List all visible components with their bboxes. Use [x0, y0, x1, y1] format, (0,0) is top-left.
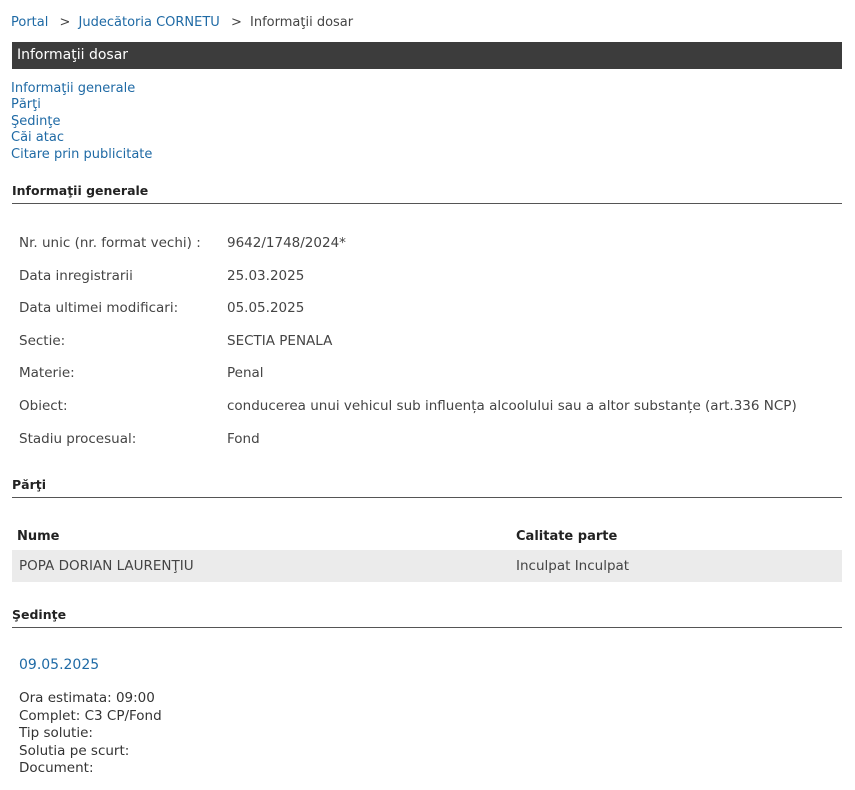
section-heading-parti: Părţi — [12, 477, 842, 498]
nav-link-informatii-generale[interactable]: Informaţii generale — [11, 81, 152, 97]
info-value: 9642/1748/2024* — [227, 235, 346, 251]
info-label: Stadiu procesual: — [19, 430, 137, 447]
section-heading-informatii-generale: Informaţii generale — [12, 183, 842, 204]
nav-link-parti[interactable]: Părţi — [11, 97, 152, 113]
breadcrumb-separator: > — [230, 15, 242, 30]
nav-link-cai-atac[interactable]: Căi atac — [11, 130, 152, 146]
column-header-calitate: Calitate parte — [516, 528, 618, 544]
section-heading-sedinte: Şedinţe — [12, 607, 842, 628]
section-nav: Informaţii generale Părţi Şedinţe Căi at… — [11, 81, 152, 163]
table-header-row: Nume Calitate parte — [12, 522, 842, 550]
nav-link-citare-publicitate[interactable]: Citare prin publicitate — [11, 147, 152, 163]
info-label: Sectie: — [19, 332, 66, 349]
parties-table: Nume Calitate parte POPA DORIAN LAURENŢI… — [12, 522, 842, 582]
page-title-bar: Informaţii dosar — [12, 42, 842, 69]
breadcrumb-separator: > — [59, 15, 71, 30]
info-label: Data ultimei modificari: — [19, 300, 179, 317]
party-role: Inculpat Inculpat — [516, 550, 842, 582]
info-value: Fond — [227, 430, 260, 447]
nav-link-sedinte[interactable]: Şedinţe — [11, 114, 152, 130]
hearing-ora-estimata: Ora estimata: 09:00 — [19, 690, 155, 706]
column-header-nume: Nume — [17, 528, 60, 544]
info-label: Materie: — [19, 365, 75, 382]
table-row: POPA DORIAN LAURENŢIU Inculpat Inculpat — [12, 550, 842, 582]
hearing-details: Ora estimata: 09:00 Complet: C3 CP/Fond … — [19, 690, 162, 778]
party-name: POPA DORIAN LAURENŢIU — [12, 550, 516, 582]
info-label: Data inregistrarii — [19, 267, 133, 284]
hearing-solutia-pe-scurt: Solutia pe scurt: — [19, 742, 130, 759]
info-value: SECTIA PENALA — [227, 332, 333, 349]
breadcrumb-current: Informaţii dosar — [250, 15, 354, 30]
hearing-date: 09.05.2025 — [19, 657, 100, 673]
breadcrumb-court-link[interactable]: Judecătoria CORNETU — [79, 15, 220, 30]
info-label: Nr. unic (nr. format vechi) : — [19, 235, 201, 251]
info-value: 25.03.2025 — [227, 267, 305, 284]
hearing-tip-solutie: Tip solutie: — [19, 725, 93, 741]
hearing-document: Document: — [19, 760, 94, 776]
info-value: Penal — [227, 365, 264, 382]
breadcrumb-portal-link[interactable]: Portal — [11, 15, 48, 30]
breadcrumb: Portal > Judecătoria CORNETU > Informaţi… — [11, 15, 353, 30]
info-value: conducerea unui vehicul sub influența al… — [227, 397, 797, 414]
hearing-complet: Complet: C3 CP/Fond — [19, 707, 162, 724]
info-value: 05.05.2025 — [227, 300, 305, 317]
info-label: Obiect: — [19, 397, 68, 414]
